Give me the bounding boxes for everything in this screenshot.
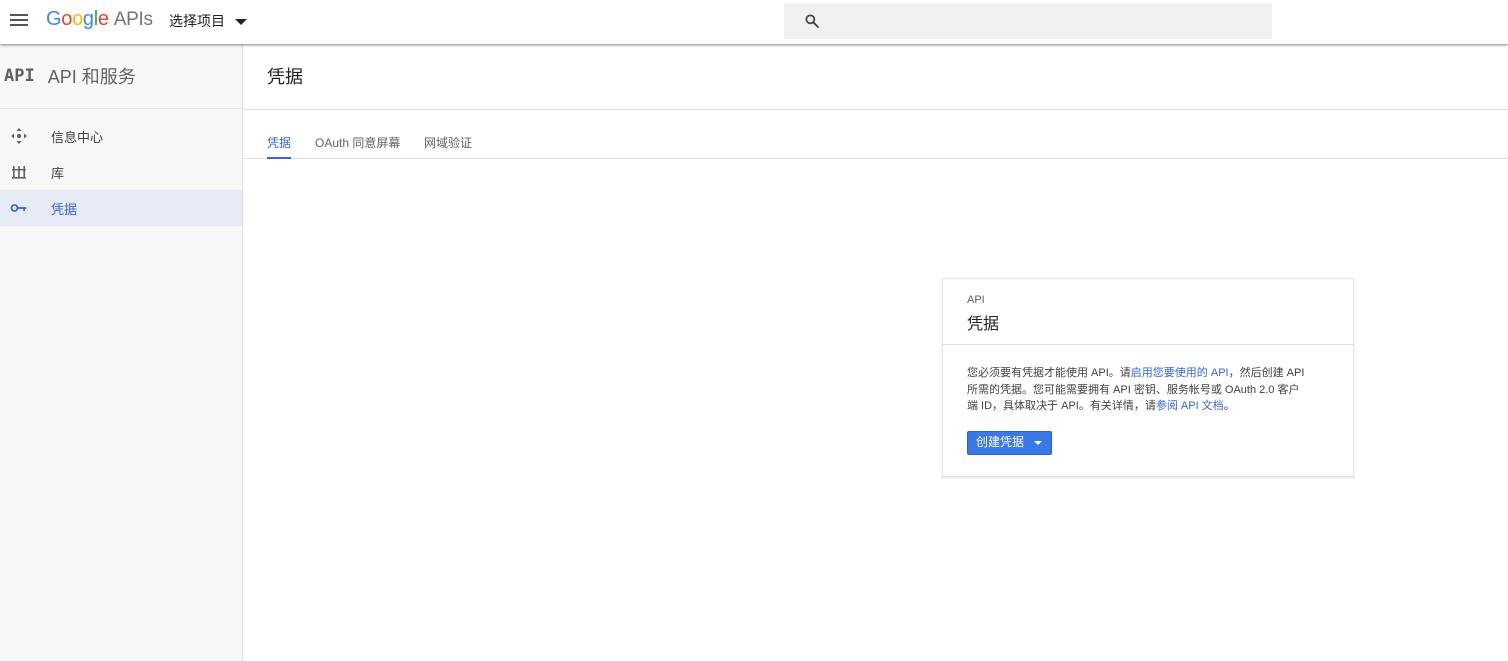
create-credentials-label: 创建凭据 bbox=[976, 435, 1025, 450]
sidebar-title: API 和服务 bbox=[47, 67, 136, 87]
dropdown-arrow-icon bbox=[235, 18, 247, 25]
sidebar-header: API API 和服务 bbox=[0, 44, 242, 109]
library-icon bbox=[9, 162, 29, 182]
search-icon bbox=[805, 14, 819, 28]
sidebar-item-credentials[interactable]: 凭据 bbox=[0, 190, 242, 226]
search-input[interactable] bbox=[784, 3, 1272, 39]
credentials-card: API 凭据 您必须要有凭据才能使用 API。请启用您要使用的 API，然后创建… bbox=[942, 278, 1354, 477]
top-app-bar: Google APIs 选择项目 bbox=[0, 0, 1508, 44]
enable-api-link[interactable]: 启用您要使用的 API bbox=[1131, 367, 1229, 379]
dropdown-arrow-icon bbox=[1034, 440, 1043, 445]
page-title: 凭据 bbox=[267, 67, 303, 87]
card-header: API 凭据 bbox=[943, 279, 1353, 345]
tab-bar: 凭据 OAuth 同意屏幕 网域验证 bbox=[243, 110, 1508, 159]
sidebar-item-dashboard[interactable]: 信息中心 bbox=[0, 118, 242, 154]
project-selector-label: 选择项目 bbox=[169, 13, 225, 29]
card-title: 凭据 bbox=[967, 316, 1000, 333]
description-text: 您必须要有凭据才能使用 API。请 bbox=[967, 367, 1131, 379]
sidebar-item-label: 信息中心 bbox=[51, 129, 104, 145]
sidebar-item-library[interactable]: 库 bbox=[0, 154, 242, 190]
sidebar: API API 和服务 信息中心 库 凭据 bbox=[0, 44, 243, 661]
tab-domain-verification[interactable]: 网域验证 bbox=[424, 134, 472, 159]
sidebar-nav: 信息中心 库 凭据 bbox=[0, 118, 242, 226]
card-kicker: API bbox=[967, 294, 985, 306]
description-text: 。 bbox=[1223, 400, 1235, 412]
api-docs-link[interactable]: 参阅 API 文档 bbox=[1156, 400, 1224, 412]
hamburger-menu-icon[interactable] bbox=[8, 10, 30, 32]
create-credentials-button[interactable]: 创建凭据 bbox=[967, 430, 1053, 455]
project-selector[interactable]: 选择项目 bbox=[169, 11, 247, 31]
key-icon bbox=[9, 198, 29, 218]
dashboard-icon bbox=[9, 126, 29, 146]
tab-oauth-consent-screen[interactable]: OAuth 同意屏幕 bbox=[315, 134, 400, 159]
card-body: 您必须要有凭据才能使用 API。请启用您要使用的 API，然后创建 API 所需… bbox=[943, 345, 1331, 455]
api-logo-icon: API bbox=[4, 66, 35, 86]
tab-credentials[interactable]: 凭据 bbox=[267, 134, 292, 159]
card-description: 您必须要有凭据才能使用 API。请启用您要使用的 API，然后创建 API 所需… bbox=[967, 365, 1307, 415]
sidebar-item-label: 凭据 bbox=[51, 201, 78, 217]
sidebar-item-label: 库 bbox=[51, 165, 65, 181]
google-apis-logo[interactable]: Google APIs bbox=[46, 8, 153, 31]
page-header: 凭据 bbox=[243, 44, 1508, 110]
main-content: 凭据 凭据 OAuth 同意屏幕 网域验证 API 凭据 您必须要有凭据才能使用… bbox=[243, 44, 1508, 661]
